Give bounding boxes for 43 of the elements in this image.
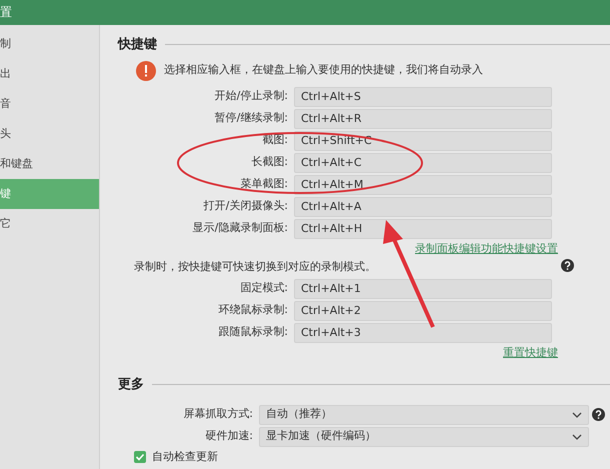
shortcut-field[interactable]: Ctrl+Alt+H [294, 218, 552, 238]
help-icon[interactable] [561, 259, 574, 272]
field-label: 菜单截图: [240, 177, 288, 190]
shortcut-field[interactable]: Ctrl+Shift+C [294, 130, 552, 150]
dropdown-field[interactable]: 自动（推荐） [259, 404, 589, 424]
shortcut-field[interactable]: Ctrl+Alt+M [294, 174, 552, 194]
sidebar-item[interactable]: 头 [0, 119, 99, 149]
section-title: 更多 [118, 376, 144, 394]
chevron-down-icon [572, 410, 582, 418]
help-icon[interactable] [592, 408, 605, 421]
shortcut-field[interactable]: Ctrl+Alt+3 [294, 322, 552, 342]
field-label: 屏幕抓取方式: [183, 407, 253, 420]
sidebar-item[interactable]: 和键盘 [0, 149, 99, 179]
field-label: 显示/隐藏录制面板: [192, 221, 288, 234]
shortcut-field[interactable]: Ctrl+Alt+S [294, 86, 552, 106]
shortcut-field[interactable]: Ctrl+Alt+C [294, 152, 552, 172]
field-label: 硬件加速: [205, 429, 253, 442]
settings-link[interactable]: 录制面板编辑功能快捷键设置 [415, 242, 558, 254]
field-label: 固定模式: [240, 281, 288, 294]
mode-note: 录制时，按快捷键可快速切换到对应的录制模式。 [134, 259, 376, 275]
shortcut-field[interactable]: Ctrl+Alt+1 [294, 278, 552, 298]
dropdown-field[interactable]: 显卡加速（硬件编码） [259, 426, 589, 446]
field-label: 环绕鼠标录制: [218, 303, 288, 316]
field-label: 打开/关闭摄像头: [204, 199, 288, 212]
field-label: 跟随鼠标录制: [218, 325, 288, 338]
checkbox-label: 自动检查更新 [152, 448, 218, 464]
sidebar-item[interactable]: 音 [0, 89, 99, 119]
field-label: 长截图: [251, 155, 288, 168]
sidebar-item[interactable]: 制 [0, 29, 99, 59]
sidebar-item[interactable]: 它 [0, 209, 99, 239]
warning-icon [136, 60, 156, 80]
shortcut-field[interactable]: Ctrl+Alt+A [294, 196, 552, 216]
field-label: 开始/停止录制: [214, 89, 288, 102]
section-title: 快捷键 [118, 36, 157, 54]
notice-text: 选择相应输入框，在键盘上输入要使用的快捷键，我们将自动录入 [164, 62, 483, 78]
shortcut-field[interactable]: Ctrl+Alt+2 [294, 300, 552, 320]
checkbox[interactable] [134, 450, 146, 463]
shortcut-field[interactable]: Ctrl+Alt+R [294, 108, 552, 128]
field-label: 暂停/继续录制: [214, 111, 288, 124]
sidebar-item[interactable]: 出 [0, 59, 99, 89]
chevron-down-icon [572, 432, 582, 440]
window-title: 置 [0, 5, 12, 19]
field-label: 截图: [262, 133, 288, 146]
